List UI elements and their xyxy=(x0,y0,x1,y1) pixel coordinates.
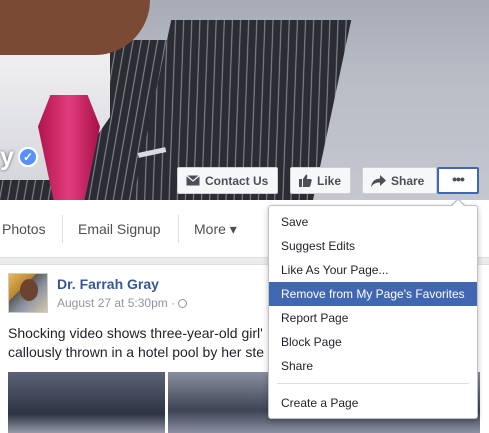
more-options-button[interactable]: ••• xyxy=(437,167,479,194)
nav-divider xyxy=(62,215,63,243)
menu-divider xyxy=(277,383,469,384)
menu-item-block-page[interactable]: Block Page xyxy=(269,330,477,354)
menu-item-like-as-page[interactable]: Like As Your Page... xyxy=(269,258,477,282)
more-dots-icon: ••• xyxy=(452,170,465,187)
contact-us-label: Contact Us xyxy=(205,173,269,188)
like-button[interactable]: Like xyxy=(290,167,351,194)
like-label: Like xyxy=(317,173,342,188)
post-timestamp[interactable]: August 27 at 5:30pm · xyxy=(57,296,178,310)
menu-item-remove-favorites[interactable]: Remove from My Page's Favorites xyxy=(269,282,477,306)
share-label: Share xyxy=(391,173,425,188)
thumbs-up-icon xyxy=(299,174,312,187)
share-button[interactable]: Share xyxy=(362,167,437,194)
share-arrow-icon xyxy=(371,174,386,187)
globe-icon xyxy=(178,299,188,308)
contact-us-button[interactable]: Contact Us xyxy=(177,167,278,194)
more-options-menu: Save Suggest Edits Like As Your Page... … xyxy=(268,205,478,419)
menu-item-save[interactable]: Save xyxy=(269,210,477,234)
author-avatar[interactable] xyxy=(8,273,48,313)
menu-item-suggest-edits[interactable]: Suggest Edits xyxy=(269,234,477,258)
nav-divider xyxy=(178,215,179,243)
nav-tab-photos[interactable]: Photos xyxy=(2,200,46,258)
nav-tab-more[interactable]: More ▾ xyxy=(194,200,237,258)
post-author[interactable]: Dr. Farrah Gray xyxy=(57,276,159,292)
menu-item-report-page[interactable]: Report Page xyxy=(269,306,477,330)
post-image[interactable] xyxy=(8,372,165,433)
menu-item-create-page[interactable]: Create a Page xyxy=(269,391,477,415)
page-name[interactable]: y xyxy=(0,143,14,172)
facebook-page: y ✓ Contact Us Like Share ••• Photos Ema… xyxy=(0,0,489,433)
nav-tab-email-signup[interactable]: Email Signup xyxy=(78,200,161,258)
menu-item-share[interactable]: Share xyxy=(269,354,477,378)
verified-badge-icon: ✓ xyxy=(18,147,38,167)
menu-caret-inner xyxy=(451,200,465,207)
envelope-icon xyxy=(186,175,200,186)
post-meta: August 27 at 5:30pm · xyxy=(57,296,188,310)
